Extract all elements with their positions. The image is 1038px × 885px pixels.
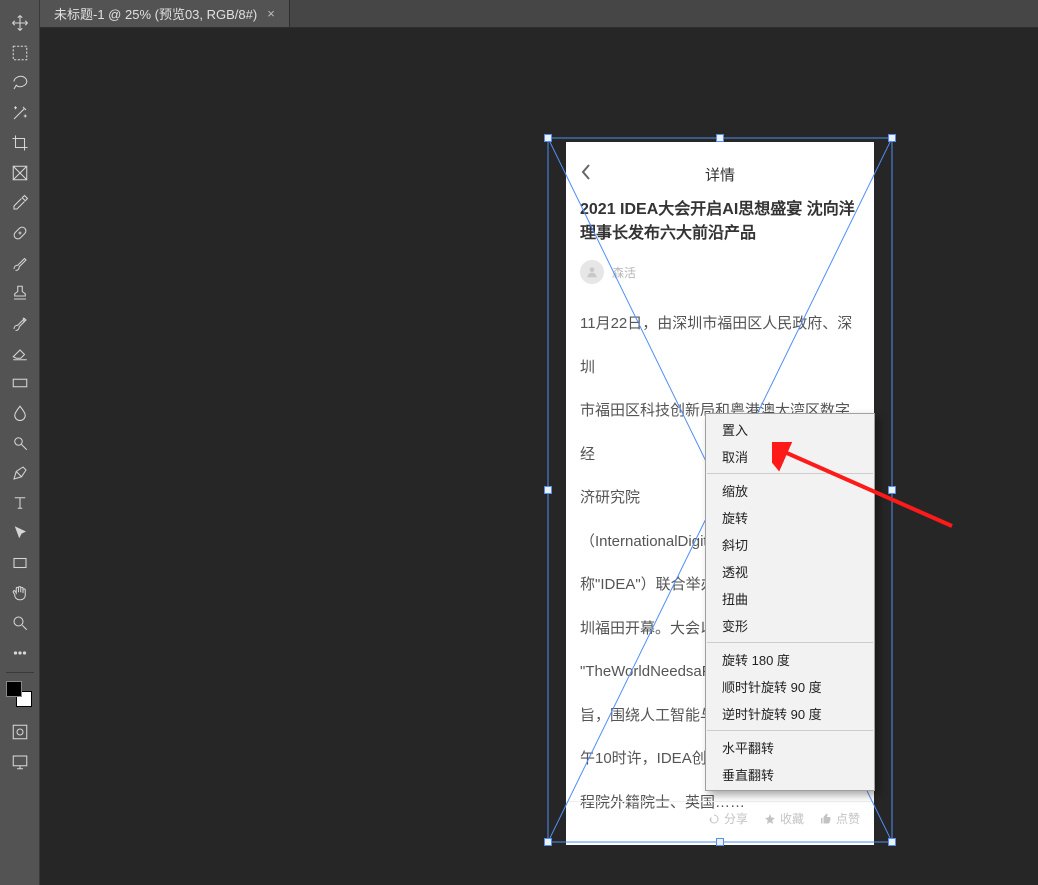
menu-rotate-ccw[interactable]: 逆时针旋转 90 度 [706, 700, 874, 727]
tool-move[interactable] [4, 8, 36, 38]
tool-crop[interactable] [4, 128, 36, 158]
transform-context-menu[interactable]: 置入 取消 缩放 旋转 斜切 透视 扭曲 变形 旋转 180 度 顺时针旋转 9… [705, 413, 875, 791]
avatar [580, 260, 604, 284]
menu-rotate[interactable]: 旋转 [706, 504, 874, 531]
handle-bm[interactable] [716, 838, 724, 846]
tool-eyedropper[interactable] [4, 188, 36, 218]
tool-frame[interactable] [4, 158, 36, 188]
menu-skew[interactable]: 斜切 [706, 531, 874, 558]
handle-tm[interactable] [716, 134, 724, 142]
close-icon[interactable]: × [267, 6, 275, 21]
tool-zoom[interactable] [4, 608, 36, 638]
tool-type[interactable] [4, 488, 36, 518]
tool-wand[interactable] [4, 98, 36, 128]
menu-separator [707, 473, 873, 474]
tool-blur[interactable] [4, 398, 36, 428]
menu-flip-v[interactable]: 垂直翻转 [706, 761, 874, 788]
menu-separator [707, 730, 873, 731]
tool-path-select[interactable] [4, 518, 36, 548]
toolbox-separator [6, 672, 34, 673]
doc-footer: 分享 收藏 点赞 [566, 801, 874, 835]
tool-dodge[interactable] [4, 428, 36, 458]
handle-tl[interactable] [544, 134, 552, 142]
tool-history-brush[interactable] [4, 308, 36, 338]
canvas-workspace[interactable]: 详情 2021 IDEA大会开启AI思想盛宴 沈向洋理事长发布六大前沿产品 森活… [40, 28, 1038, 885]
menu-distort[interactable]: 扭曲 [706, 585, 874, 612]
menu-separator [707, 642, 873, 643]
foreground-color-swatch[interactable] [6, 681, 22, 697]
tool-more[interactable] [4, 638, 36, 668]
author-name: 森活 [612, 264, 636, 281]
tool-screenmode[interactable] [4, 747, 36, 777]
menu-warp[interactable]: 变形 [706, 612, 874, 639]
menu-place[interactable]: 置入 [706, 416, 874, 443]
menu-rotate-180[interactable]: 旋转 180 度 [706, 646, 874, 673]
document-tab-title: 未标题-1 @ 25% (预览03, RGB/8#) [54, 4, 257, 23]
tool-lasso[interactable] [4, 68, 36, 98]
doc-headline: 2021 IDEA大会开启AI思想盛宴 沈向洋理事长发布六大前沿产品 [580, 198, 860, 246]
tool-brush[interactable] [4, 248, 36, 278]
menu-scale[interactable]: 缩放 [706, 477, 874, 504]
handle-bl[interactable] [544, 838, 552, 846]
tool-quickmask[interactable] [4, 717, 36, 747]
tool-rectangle[interactable] [4, 548, 36, 578]
menu-perspective[interactable]: 透视 [706, 558, 874, 585]
tool-gradient[interactable] [4, 368, 36, 398]
doc-header-title: 详情 [705, 164, 735, 185]
fav-action: 收藏 [764, 810, 804, 827]
document-tabbar: 未标题-1 @ 25% (预览03, RGB/8#) × [40, 0, 1038, 28]
tool-healing[interactable] [4, 218, 36, 248]
doc-header: 详情 [580, 160, 860, 188]
like-action: 点赞 [820, 810, 860, 827]
tool-hand[interactable] [4, 578, 36, 608]
handle-tr[interactable] [888, 134, 896, 142]
handle-mr[interactable] [888, 486, 896, 494]
body-line: 11月22日，由深圳市福田区人民政府、深圳 [580, 302, 860, 389]
tool-stamp[interactable] [4, 278, 36, 308]
menu-rotate-cw[interactable]: 顺时针旋转 90 度 [706, 673, 874, 700]
back-icon [580, 163, 592, 184]
menu-flip-h[interactable]: 水平翻转 [706, 734, 874, 761]
author-row: 森活 [580, 260, 860, 284]
document-tab[interactable]: 未标题-1 @ 25% (预览03, RGB/8#) × [40, 0, 290, 27]
color-swatches[interactable] [4, 679, 36, 711]
handle-br[interactable] [888, 838, 896, 846]
tool-pen[interactable] [4, 458, 36, 488]
tool-eraser[interactable] [4, 338, 36, 368]
handle-ml[interactable] [544, 486, 552, 494]
tool-marquee[interactable] [4, 38, 36, 68]
share-action: 分享 [708, 810, 748, 827]
menu-cancel[interactable]: 取消 [706, 443, 874, 470]
toolbox [0, 0, 40, 885]
